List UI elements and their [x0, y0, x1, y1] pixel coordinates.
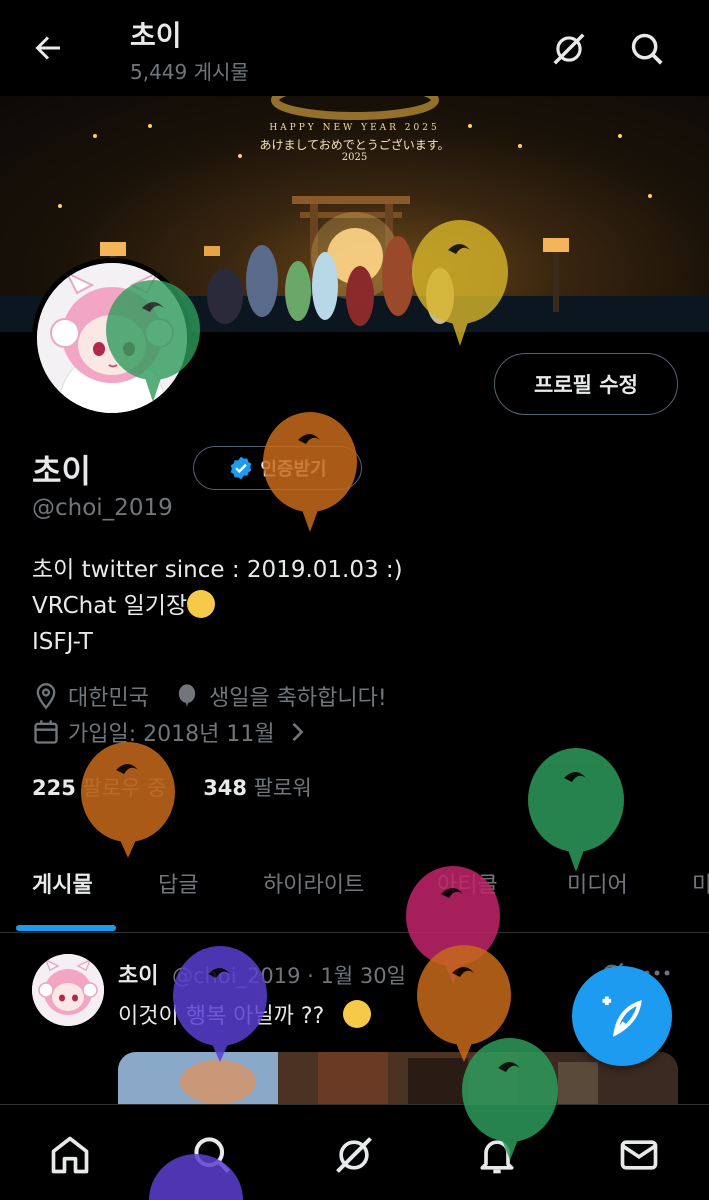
get-verified-button[interactable]: 인증받기 — [193, 446, 362, 490]
home-icon[interactable] — [48, 1133, 92, 1177]
compose-feather-icon — [602, 996, 642, 1037]
post-media[interactable] — [118, 1052, 678, 1104]
banner-text-happy-new-year: HAPPY NEW YEAR 2025 — [269, 123, 440, 133]
joined-text: 가입일: 2018년 11월 — [68, 722, 275, 747]
banner-text-greeting: あけましておめでとうございます。 — [259, 138, 450, 152]
tab-posts[interactable]: 게시물 — [32, 867, 93, 899]
follow-stats: 225 팔로우 중 348 팔로워 — [32, 772, 312, 802]
bio-line-2-text: VRChat 일기장 — [32, 593, 188, 619]
post-avatar-illustration — [32, 954, 104, 1026]
page-title: 초이 — [130, 19, 182, 52]
post-text: 이것이 행복 아닐까 ?? — [118, 998, 372, 1030]
chevron-right-icon — [292, 722, 304, 742]
profile-name: 초이 — [32, 452, 91, 490]
profile-meta-row-1: 대한민국 생일을 축하합니다! — [32, 680, 387, 712]
profile-meta-row-2[interactable]: 가입일: 2018년 11월 — [32, 716, 311, 748]
location-pin-icon — [36, 683, 56, 710]
tab-highlights[interactable]: 하이라이트 — [263, 867, 364, 899]
following-count: 225 — [32, 776, 76, 800]
profile-avatar[interactable] — [32, 258, 192, 418]
verified-badge-icon — [231, 456, 252, 480]
top-bar: 초이 5,449 게시물 — [0, 0, 709, 96]
smiling-emoji-icon — [343, 1000, 372, 1028]
balloon-orange-3 — [417, 945, 511, 1062]
arrow-left-icon[interactable] — [30, 30, 66, 66]
edit-profile-button[interactable]: 프로필 수정 — [494, 353, 678, 415]
grinning-emoji-icon — [187, 590, 216, 618]
grok-icon[interactable] — [550, 30, 588, 68]
tab-articles[interactable]: 아티클 — [437, 867, 498, 899]
profile-bio: 초이 twitter since : 2019.01.03 :) VRChat … — [32, 552, 403, 660]
bio-line-3: ISFJ-T — [32, 629, 93, 655]
search-icon[interactable] — [628, 30, 666, 68]
profile-tabs: 게시물 답글 하이라이트 아티클 미디어 미 — [0, 845, 709, 933]
verify-label: 인증받기 — [260, 459, 327, 480]
balloon-icon — [178, 684, 196, 707]
post-author-name[interactable]: 초이 — [118, 958, 158, 990]
compose-button[interactable] — [572, 966, 672, 1066]
post-media-thumbnail — [118, 1052, 678, 1104]
followers-count: 348 — [203, 776, 248, 800]
banner-text-year: 2025 — [341, 152, 368, 163]
bottom-navigation — [0, 1104, 709, 1200]
avatar-illustration — [37, 263, 187, 413]
following-link[interactable]: 225 팔로우 중 — [32, 776, 167, 800]
bell-icon[interactable] — [475, 1133, 519, 1177]
followers-label: 팔로워 — [253, 776, 312, 800]
post-text-body: 이것이 행복 아닐까 ?? — [118, 1004, 325, 1029]
tab-likes-partial[interactable]: 미 — [692, 867, 709, 899]
bio-line-2: VRChat 일기장 — [32, 588, 403, 624]
post-author-avatar[interactable] — [32, 954, 104, 1026]
profile-handle: @choi_2019 — [32, 495, 173, 521]
active-tab-indicator — [16, 925, 116, 931]
calendar-icon — [34, 720, 58, 744]
post-meta: @choi_2019 · 1월 30일 — [172, 964, 406, 988]
grok-icon[interactable] — [332, 1133, 376, 1177]
location-text: 대한민국 — [68, 686, 149, 711]
search-icon[interactable] — [190, 1133, 234, 1177]
post-count: 5,449 게시물 — [130, 60, 249, 84]
birthday-text: 생일을 축하합니다! — [208, 686, 387, 711]
tab-media[interactable]: 미디어 — [567, 867, 628, 899]
followers-link[interactable]: 348 팔로워 — [203, 776, 312, 800]
mail-icon[interactable] — [617, 1133, 661, 1177]
following-label: 팔로우 중 — [82, 776, 167, 800]
bio-line-1: 초이 twitter since : 2019.01.03 :) — [32, 557, 403, 583]
tab-replies[interactable]: 답글 — [158, 867, 198, 899]
